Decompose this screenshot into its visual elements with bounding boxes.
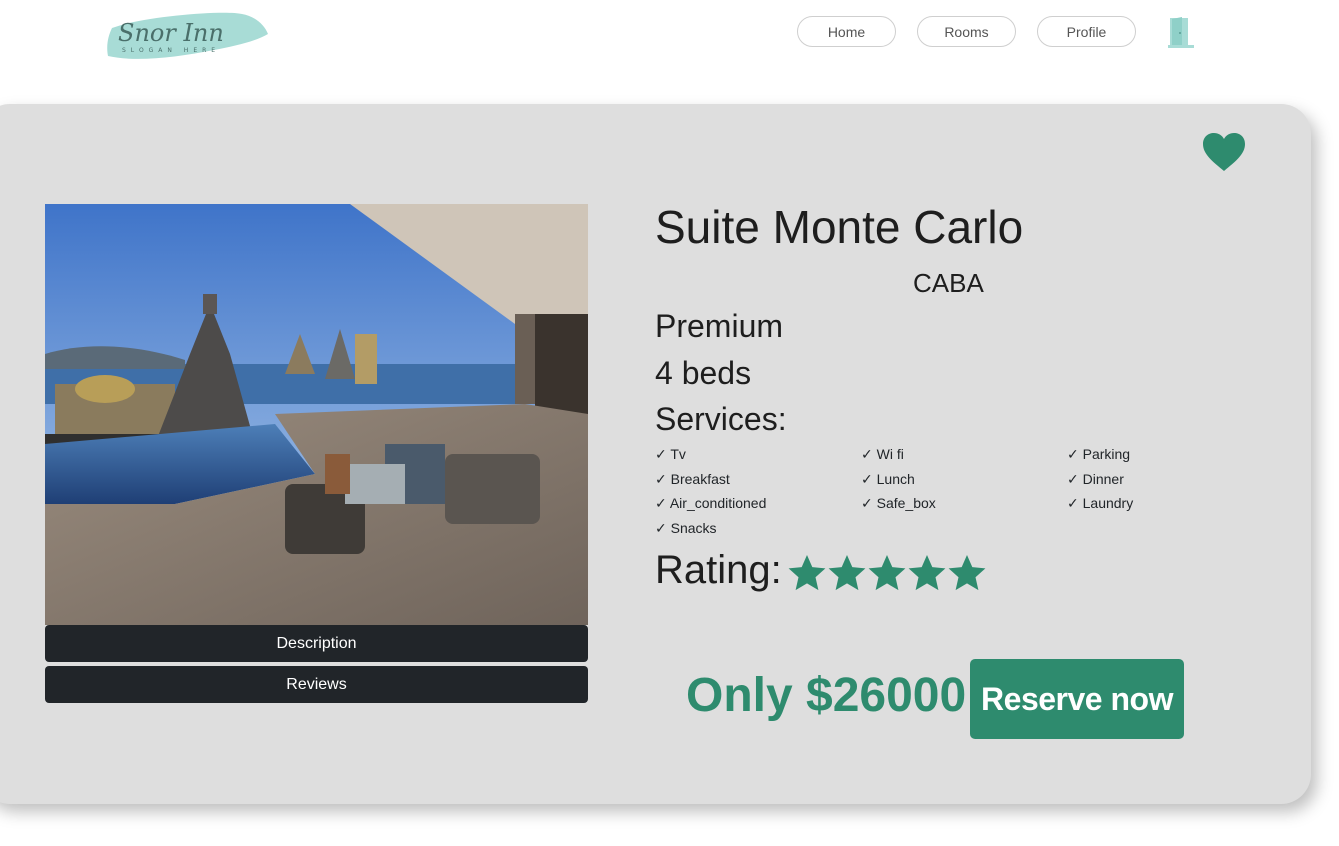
- price-text: Only $26000: [686, 669, 967, 722]
- reviews-button[interactable]: Reviews: [45, 666, 588, 703]
- logo-text: Snor Inn: [118, 19, 224, 47]
- logo-slogan: SLOGAN HERE: [122, 47, 220, 54]
- service-item: ✓ Snacks: [655, 520, 717, 537]
- service-item: ✓ Air_conditioned: [655, 495, 767, 512]
- star-icon: [868, 555, 906, 591]
- service-item: ✓ Dinner: [1067, 470, 1124, 487]
- reserve-now-button[interactable]: Reserve now: [970, 659, 1184, 739]
- room-title: Suite Monte Carlo: [655, 201, 1024, 253]
- star-icon: [828, 555, 866, 591]
- door-icon[interactable]: [1168, 16, 1194, 48]
- room-city: CABA: [913, 268, 984, 298]
- service-item: ✓ Breakfast: [655, 470, 730, 487]
- description-button[interactable]: Description: [45, 625, 588, 662]
- service-item: ✓ Safe_box: [861, 495, 936, 512]
- nav-profile-button[interactable]: Profile: [1037, 16, 1136, 47]
- logo: Snor Inn SLOGAN HERE: [104, 6, 272, 64]
- room-beds: 4 beds: [655, 355, 752, 391]
- nav-rooms-button[interactable]: Rooms: [917, 16, 1016, 47]
- star-icon: [908, 555, 946, 591]
- service-item: ✓ Tv: [655, 446, 686, 462]
- service-item: ✓ Parking: [1067, 446, 1131, 462]
- services-heading: Services:: [655, 401, 787, 437]
- heart-icon[interactable]: [1202, 132, 1246, 172]
- logo-graphic: Snor Inn SLOGAN HERE: [107, 12, 268, 59]
- nav-home-button[interactable]: Home: [797, 16, 896, 47]
- rating-label: Rating:: [655, 548, 782, 592]
- room-photo: [45, 204, 588, 625]
- rating-stars: [787, 553, 987, 593]
- room-category: Premium: [655, 308, 784, 344]
- star-icon: [948, 555, 986, 591]
- service-item: ✓ Laundry: [1067, 495, 1134, 512]
- service-item: ✓ Lunch: [861, 470, 915, 487]
- star-icon: [788, 555, 826, 591]
- services-list: ✓ Tv ✓ Wi fi ✓ Parking ✓ Breakfast ✓ Lun…: [655, 446, 1275, 545]
- service-item: ✓ Wi fi: [861, 446, 904, 462]
